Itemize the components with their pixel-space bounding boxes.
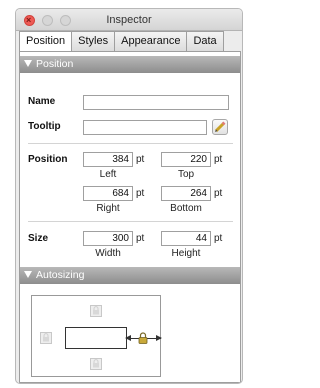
width-caption: Width: [95, 248, 121, 259]
name-field[interactable]: [83, 95, 229, 110]
pencil-icon: [214, 121, 226, 133]
width-unit: pt: [136, 233, 145, 244]
tab-appearance[interactable]: Appearance: [115, 31, 188, 52]
name-label: Name: [28, 96, 56, 107]
left-caption: Left: [99, 169, 117, 180]
top-unit: pt: [214, 154, 223, 165]
arrow-right-icon: [156, 335, 162, 341]
lock-icon[interactable]: [137, 332, 149, 344]
lock-icon[interactable]: [40, 332, 52, 344]
tab-styles[interactable]: Styles: [72, 31, 116, 52]
autosizing-section-header[interactable]: Autosizing: [20, 267, 240, 284]
lock-icon[interactable]: [90, 358, 102, 370]
inspector-window: × Inspector Position Styles Appearance D…: [15, 8, 243, 384]
arrow-left-icon: [125, 335, 131, 341]
left-unit: pt: [136, 154, 145, 165]
top-caption: Top: [177, 169, 195, 180]
window-title: Inspector: [106, 14, 152, 26]
tab-data[interactable]: Data: [187, 31, 224, 52]
titlebar: × Inspector: [16, 9, 242, 31]
position-header-label: Position: [36, 58, 74, 70]
lock-icon[interactable]: [90, 305, 102, 317]
disclosure-triangle-icon: [24, 270, 32, 278]
left-field[interactable]: 384: [83, 152, 133, 167]
right-caption: Right: [96, 203, 120, 214]
height-caption: Height: [171, 248, 201, 259]
autosizing-header-label: Autosizing: [36, 269, 85, 281]
tab-bar: Position Styles Appearance Data: [19, 31, 224, 53]
pencil-button[interactable]: [212, 119, 228, 135]
position-section-header[interactable]: Position: [20, 56, 240, 73]
tab-content: Position Name Tooltip Position 384 pt Le…: [19, 51, 241, 383]
top-field[interactable]: 220: [161, 152, 211, 167]
tab-position[interactable]: Position: [19, 31, 73, 53]
height-field[interactable]: 44: [161, 231, 211, 246]
position-label: Position: [28, 154, 68, 165]
divider: [28, 143, 233, 144]
height-unit: pt: [214, 233, 223, 244]
right-unit: pt: [136, 188, 145, 199]
size-label: Size: [28, 233, 49, 244]
disclosure-triangle-icon: [24, 59, 32, 67]
view-frame: [65, 327, 127, 349]
right-field[interactable]: 684: [83, 186, 133, 201]
bottom-field[interactable]: 264: [161, 186, 211, 201]
bottom-caption: Bottom: [170, 203, 202, 214]
autosizing-widget: [31, 295, 162, 377]
tooltip-field[interactable]: [83, 120, 207, 135]
divider: [28, 221, 233, 222]
tooltip-label: Tooltip: [28, 121, 61, 132]
width-field[interactable]: 300: [83, 231, 133, 246]
bottom-unit: pt: [214, 188, 223, 199]
